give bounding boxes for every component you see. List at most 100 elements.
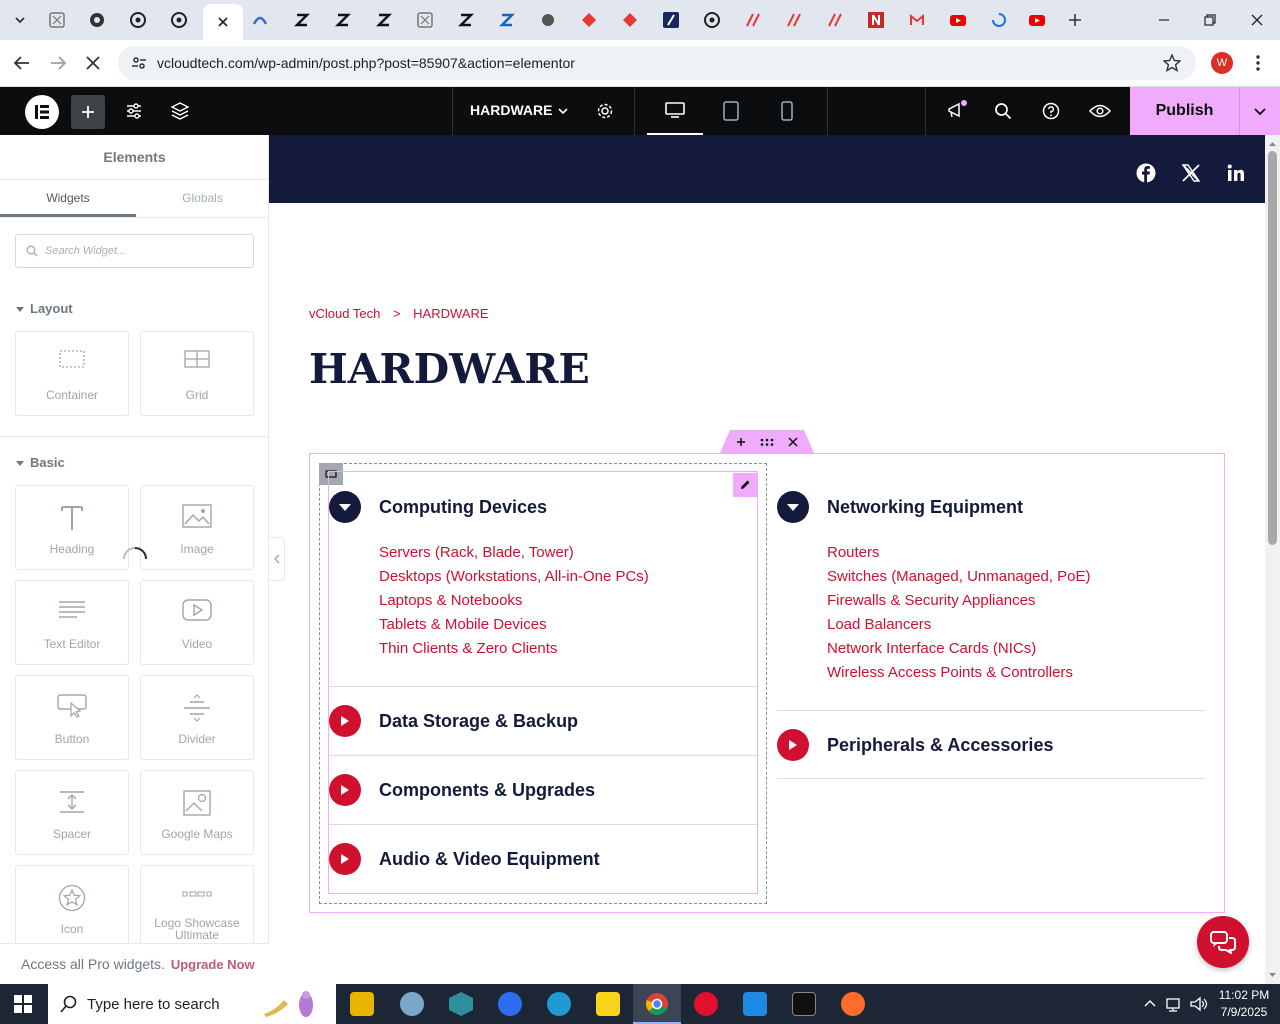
- layout-section-header[interactable]: Layout: [16, 301, 73, 316]
- zoom-icon[interactable]: [498, 992, 522, 1016]
- tab-favicon-openai[interactable]: [700, 8, 724, 32]
- sticky-notes-icon[interactable]: [596, 992, 620, 1016]
- publish-button[interactable]: Publish: [1130, 87, 1239, 135]
- bookmark-star-icon[interactable]: [1163, 54, 1181, 72]
- widget-grid[interactable]: Grid: [140, 331, 254, 416]
- tab-favicon-red[interactable]: [618, 8, 642, 32]
- accordion-item-data-storage[interactable]: Data Storage & Backup: [329, 705, 578, 737]
- hardware-link[interactable]: Tablets & Mobile Devices: [379, 616, 547, 633]
- whats-new-megaphone-icon[interactable]: [946, 100, 968, 122]
- edit-widget-pencil-icon[interactable]: [733, 473, 757, 497]
- scroll-up-arrow-icon[interactable]: [1265, 139, 1280, 149]
- x-twitter-icon[interactable]: [1181, 163, 1201, 183]
- structure-layers-icon[interactable]: [171, 102, 189, 120]
- minimize-button[interactable]: [1152, 8, 1176, 32]
- restore-button[interactable]: [1198, 8, 1222, 32]
- page-settings-gear-icon[interactable]: [596, 102, 614, 120]
- publish-options-button[interactable]: [1239, 87, 1280, 135]
- forward-button[interactable]: [48, 53, 68, 73]
- accordion-widget-outline[interactable]: [328, 471, 758, 894]
- tab-favicon-navy[interactable]: [659, 8, 683, 32]
- site-settings-icon[interactable]: [125, 102, 143, 120]
- windows-start-icon[interactable]: [14, 995, 32, 1013]
- tab-favicon-generic[interactable]: [45, 8, 69, 32]
- url-text[interactable]: vcloudtech.com/wp-admin/post.php?post=85…: [157, 55, 575, 71]
- drag-handle-icon[interactable]: [760, 437, 774, 447]
- tab-favicon-netflix[interactable]: [864, 8, 888, 32]
- widget-spacer[interactable]: Spacer: [15, 770, 129, 855]
- hardware-link[interactable]: Network Interface Cards (NICs): [827, 640, 1036, 657]
- upgrade-now-link[interactable]: Upgrade Now: [171, 957, 255, 972]
- tab-favicon-z[interactable]: [454, 8, 478, 32]
- tab-globals[interactable]: Globals: [136, 180, 269, 217]
- breadcrumb-home-link[interactable]: vCloud Tech: [309, 306, 380, 321]
- tab-widgets[interactable]: Widgets: [0, 180, 136, 217]
- new-tab-button[interactable]: [1063, 8, 1087, 32]
- close-tab-icon[interactable]: [217, 16, 229, 28]
- scroll-down-arrow-icon[interactable]: [1265, 970, 1280, 980]
- hardware-link[interactable]: Laptops & Notebooks: [379, 592, 522, 609]
- accordion-item-audio-video[interactable]: Audio & Video Equipment: [329, 843, 600, 875]
- accordion-item-networking[interactable]: Networking Equipment: [777, 491, 1023, 523]
- tab-favicon-globe[interactable]: [536, 8, 560, 32]
- scrollbar-thumb[interactable]: [1268, 151, 1277, 545]
- tab-loading-icon[interactable]: [987, 8, 1011, 32]
- tab-favicon-openai[interactable]: [126, 8, 150, 32]
- tab-search-icon[interactable]: [8, 8, 32, 32]
- taskbar-search-input[interactable]: Type here to search: [87, 996, 220, 1013]
- taskbar-search-box[interactable]: Type here to search: [48, 984, 336, 1024]
- preview-scrollbar[interactable]: [1265, 135, 1280, 984]
- profile-avatar[interactable]: W: [1211, 52, 1233, 74]
- basic-section-header[interactable]: Basic: [16, 455, 65, 470]
- widget-text-editor[interactable]: Text Editor: [15, 580, 129, 665]
- chevron-down-icon[interactable]: [557, 105, 569, 117]
- hardware-link[interactable]: Wireless Access Points & Controllers: [827, 664, 1073, 681]
- widget-video[interactable]: Video: [140, 580, 254, 665]
- add-icon[interactable]: [736, 437, 746, 447]
- app-icon[interactable]: [449, 992, 473, 1016]
- hardware-link[interactable]: Thin Clients & Zero Clients: [379, 640, 557, 657]
- tab-favicon-red[interactable]: [577, 8, 601, 32]
- tab-favicon-z[interactable]: [372, 8, 396, 32]
- elementor-logo-icon[interactable]: [25, 95, 59, 129]
- vscode-icon[interactable]: [743, 992, 767, 1016]
- widget-icon[interactable]: Icon: [15, 865, 129, 945]
- chat-button[interactable]: [1197, 916, 1249, 968]
- chrome-taskbar-button[interactable]: [633, 984, 681, 1024]
- accordion-item-components[interactable]: Components & Upgrades: [329, 774, 595, 806]
- tab-favicon-z[interactable]: [331, 8, 355, 32]
- hardware-link[interactable]: Routers: [827, 544, 880, 561]
- search-widget-field[interactable]: Search Widget...: [15, 234, 254, 268]
- delete-container-icon[interactable]: [788, 436, 798, 447]
- tab-favicon-gmail[interactable]: [905, 8, 929, 32]
- search-widget-input[interactable]: Search Widget...: [45, 245, 126, 257]
- tab-active[interactable]: [203, 4, 243, 40]
- hardware-link[interactable]: Firewalls & Security Appliances: [827, 592, 1035, 609]
- tablet-view-icon[interactable]: [722, 101, 740, 121]
- page-selector-label[interactable]: HARDWARE: [470, 102, 552, 118]
- tab-favicon-slash[interactable]: [823, 8, 847, 32]
- network-icon[interactable]: [1166, 996, 1184, 1012]
- tab-favicon-z-blue[interactable]: [495, 8, 519, 32]
- opera-icon[interactable]: [694, 992, 718, 1016]
- hardware-link[interactable]: Desktops (Workstations, All-in-One PCs): [379, 568, 649, 585]
- stop-loading-button[interactable]: [83, 53, 103, 73]
- preview-eye-icon[interactable]: [1089, 103, 1111, 119]
- widget-google-maps[interactable]: Google Maps: [140, 770, 254, 855]
- widget-divider[interactable]: Divider: [140, 675, 254, 760]
- chevron-up-icon[interactable]: [1143, 996, 1157, 1010]
- system-clock[interactable]: 11:02 PM 7/9/2025: [1214, 987, 1274, 1021]
- desktop-view-button[interactable]: [647, 87, 703, 135]
- tab-favicon-openai[interactable]: [167, 8, 191, 32]
- container-handle[interactable]: [720, 430, 814, 453]
- collapse-panel-button[interactable]: [269, 537, 285, 581]
- tab-favicon-z[interactable]: [290, 8, 314, 32]
- edge-icon[interactable]: [547, 992, 571, 1016]
- widget-image[interactable]: Image: [140, 485, 254, 570]
- back-button[interactable]: [12, 53, 32, 73]
- url-bar[interactable]: vcloudtech.com/wp-admin/post.php?post=85…: [118, 46, 1196, 80]
- hardware-link[interactable]: Load Balancers: [827, 616, 931, 633]
- tab-favicon-slash[interactable]: [741, 8, 765, 32]
- terminal-icon[interactable]: [792, 992, 816, 1016]
- tab-favicon-globe[interactable]: [85, 8, 109, 32]
